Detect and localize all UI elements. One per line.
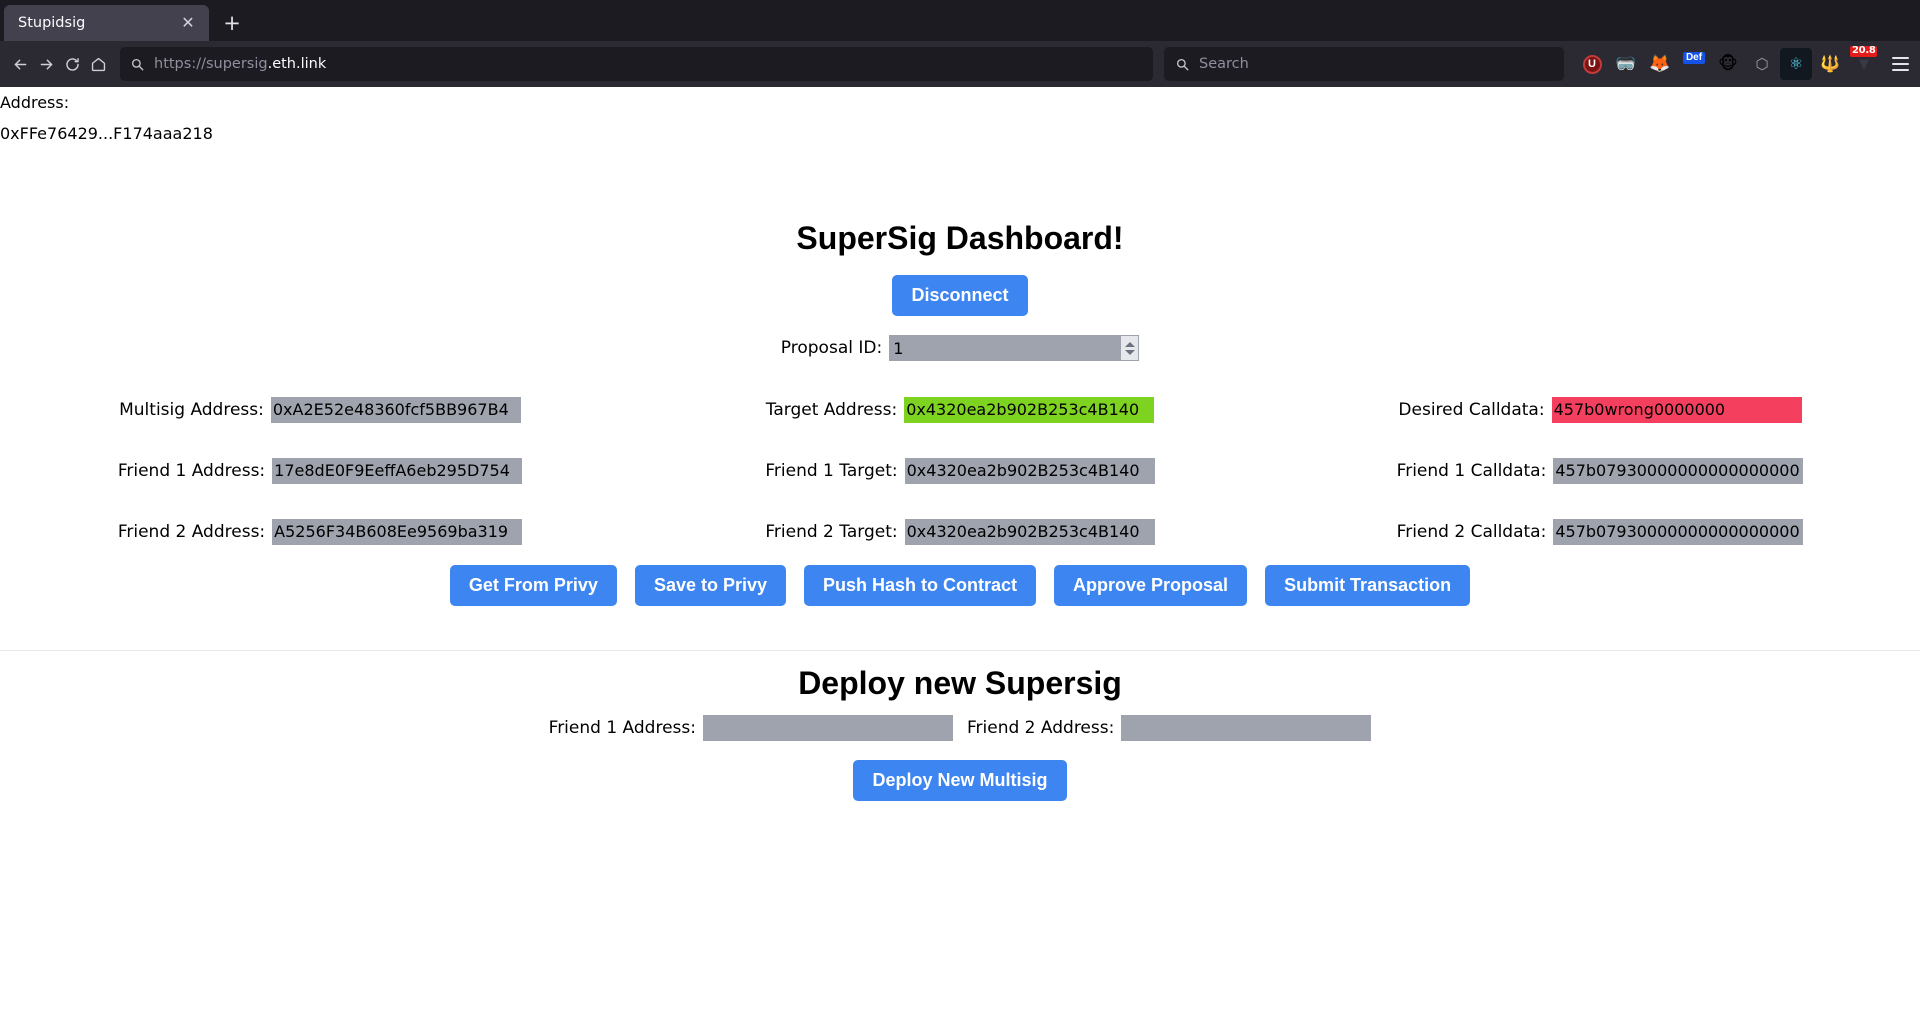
etherscan-icon[interactable]: ⬡ (1746, 48, 1778, 80)
proposal-id-stepper[interactable] (889, 335, 1140, 361)
deploy-friend-2-group: Friend 2 Address: (967, 715, 1372, 741)
get-from-privy-button[interactable]: Get From Privy (449, 565, 617, 606)
close-icon[interactable]: ✕ (177, 12, 199, 34)
gas-tracker-icon[interactable]: ▼ 20.8 (1848, 45, 1880, 80)
submit-transaction-button[interactable]: Submit Transaction (1265, 565, 1471, 606)
proposal-id-label: Proposal ID: (780, 338, 883, 358)
deploy-new-multisig-button[interactable]: Deploy New Multisig (853, 760, 1067, 801)
defillama-icon[interactable]: Def (1678, 48, 1710, 80)
friend-1-target-input[interactable] (904, 457, 1155, 484)
ublock-origin-icon[interactable]: U (1576, 48, 1608, 80)
metamask-fox-icon[interactable]: 🦊 (1644, 48, 1676, 80)
deploy-friend-2-label: Friend 2 Address: (967, 718, 1115, 738)
field-row: Friend 1 Calldata: (1280, 440, 1920, 501)
url-text: https://supersig.eth.link (154, 56, 326, 72)
deploy-friend-2-input[interactable] (1121, 715, 1372, 741)
friend-1-calldata-input[interactable] (1553, 457, 1804, 484)
friend-1-address-label: Friend 1 Address: (117, 460, 266, 481)
monkey-wallet-icon[interactable]: 🐵 (1712, 48, 1744, 80)
friend-2-target-input[interactable] (904, 518, 1155, 545)
search-input[interactable]: Search (1164, 47, 1564, 81)
friend-2-calldata-input[interactable] (1553, 518, 1804, 545)
account-label: Address: (0, 93, 70, 112)
action-button-row: Get From Privy Save to Privy Push Hash t… (0, 565, 1920, 606)
rabby-wallet-icon[interactable]: 🥽 (1610, 48, 1642, 80)
search-icon (1175, 57, 1190, 72)
disconnect-row: Disconnect (0, 275, 1920, 316)
deploy-section-title: Deploy new Supersig (798, 665, 1122, 701)
home-icon[interactable] (86, 47, 110, 81)
deploy-friend-1-label: Friend 1 Address: (548, 718, 696, 738)
push-hash-to-contract-button[interactable]: Push Hash to Contract (804, 565, 1037, 606)
target-address-input[interactable] (904, 396, 1155, 423)
react-devtools-icon[interactable]: ⚛ (1780, 48, 1812, 80)
field-row: Desired Calldata: (1280, 379, 1920, 440)
back-arrow-icon[interactable] (8, 47, 32, 81)
deploy-button-row: Deploy New Multisig (0, 760, 1920, 801)
browser-chrome: Stupidsig ✕ + https://supersig.eth.link (0, 0, 1920, 87)
friend-1-calldata-label: Friend 1 Calldata: (1396, 460, 1547, 481)
gas-price-badge: 20.8 (1850, 45, 1878, 57)
connected-account: Address: 0xFFe76429...F174aaa218 (0, 87, 213, 149)
multisig-address-label: Multisig Address: (119, 399, 264, 420)
field-row: Friend 1 Target: (640, 440, 1280, 501)
deploy-friend-1-group: Friend 1 Address: (549, 715, 953, 741)
friend-1-target-label: Friend 1 Target: (765, 460, 898, 481)
proposal-fields-grid: Multisig Address: Target Address: Desire… (0, 379, 1920, 562)
section-divider (0, 650, 1920, 651)
extensions-tray: U 🥽 🦊 Def 🐵 ⬡ ⚛ 🔱 ▼ 20.8 (1576, 45, 1880, 80)
page-title: SuperSig Dashboard! (796, 220, 1124, 256)
browser-tab[interactable]: Stupidsig ✕ (4, 5, 209, 41)
field-row: Target Address: (640, 379, 1280, 440)
friend-2-address-label: Friend 2 Address: (117, 521, 266, 542)
url-domain: .eth.link (267, 56, 327, 72)
desired-calldata-input[interactable] (1551, 396, 1802, 423)
save-to-privy-button[interactable]: Save to Privy (634, 565, 786, 606)
friend-2-address-input[interactable] (272, 518, 523, 545)
search-placeholder: Search (1199, 56, 1249, 72)
disconnect-button[interactable]: Disconnect (892, 275, 1028, 316)
url-prefix: https://supersig (154, 56, 268, 72)
approve-proposal-button[interactable]: Approve Proposal (1054, 565, 1248, 606)
proposal-id-row: Proposal ID: (0, 335, 1920, 361)
friend-2-target-label: Friend 2 Target: (765, 521, 898, 542)
reload-icon[interactable] (60, 47, 84, 81)
multisig-address-input[interactable] (270, 396, 521, 423)
navigation-toolbar: https://supersig.eth.link Search U 🥽 🦊 D… (0, 41, 1920, 87)
deploy-friend-1-input[interactable] (703, 715, 953, 741)
field-row: Friend 2 Calldata: (1280, 501, 1920, 562)
target-address-label: Target Address: (765, 399, 898, 420)
tab-strip: Stupidsig ✕ + (0, 0, 1920, 41)
friend-1-address-input[interactable] (272, 457, 523, 484)
stepper-arrows-icon[interactable] (1121, 336, 1139, 360)
deploy-fields-row: Friend 1 Address: Friend 2 Address: (0, 715, 1920, 741)
field-row: Friend 2 Address: (0, 501, 640, 562)
proposal-id-input[interactable] (889, 335, 1140, 361)
field-row: Friend 2 Target: (640, 501, 1280, 562)
desired-calldata-label: Desired Calldata: (1398, 399, 1545, 420)
tab-title: Stupidsig (18, 15, 86, 31)
url-bar[interactable]: https://supersig.eth.link (120, 47, 1153, 81)
hamburger-menu-icon[interactable] (1888, 47, 1912, 81)
forward-arrow-icon[interactable] (34, 47, 58, 81)
plus-icon[interactable]: + (215, 6, 249, 40)
field-row: Friend 1 Address: (0, 440, 640, 501)
field-row: Multisig Address: (0, 379, 640, 440)
account-value: 0xFFe76429...F174aaa218 (0, 124, 213, 143)
tally-wallet-icon[interactable]: 🔱 (1814, 48, 1846, 80)
page-content: Address: 0xFFe76429...F174aaa218 SuperSi… (0, 87, 1920, 1018)
friend-2-calldata-label: Friend 2 Calldata: (1396, 521, 1547, 542)
search-icon (130, 57, 145, 72)
